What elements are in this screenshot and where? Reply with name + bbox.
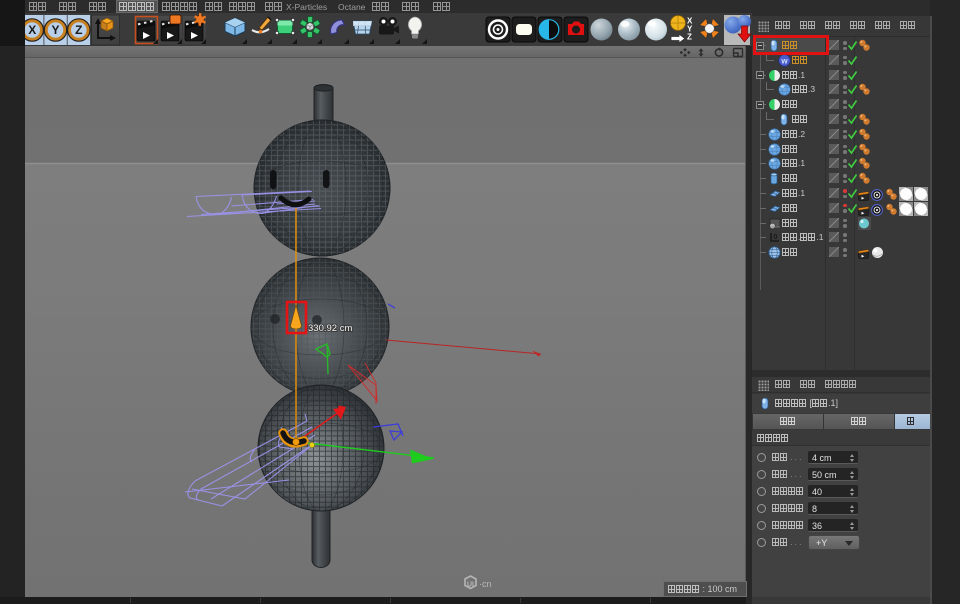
svg-text:Y: Y xyxy=(51,23,59,37)
svg-text:0: 0 xyxy=(774,234,778,241)
svg-text:w: w xyxy=(780,56,788,65)
svg-text:Z: Z xyxy=(687,33,692,42)
svg-text:Z: Z xyxy=(75,23,82,37)
svg-text:UI: UI xyxy=(467,582,474,589)
svg-text:·cn: ·cn xyxy=(479,579,492,589)
svg-text:X: X xyxy=(28,23,36,37)
svg-text:330.92 cm: 330.92 cm xyxy=(308,323,352,334)
